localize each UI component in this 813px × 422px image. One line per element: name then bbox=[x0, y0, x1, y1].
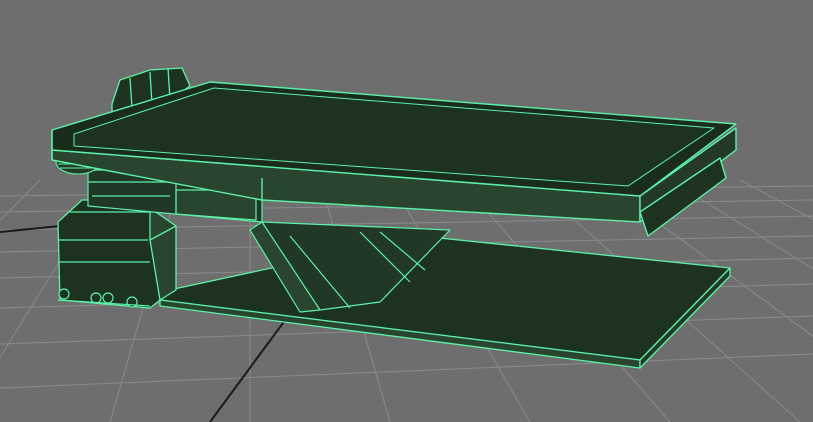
pedestal[interactable] bbox=[57, 199, 177, 309]
3d-viewport[interactable] bbox=[0, 0, 813, 422]
base-plate[interactable] bbox=[159, 235, 731, 369]
viewport-canvas[interactable] bbox=[0, 0, 813, 422]
